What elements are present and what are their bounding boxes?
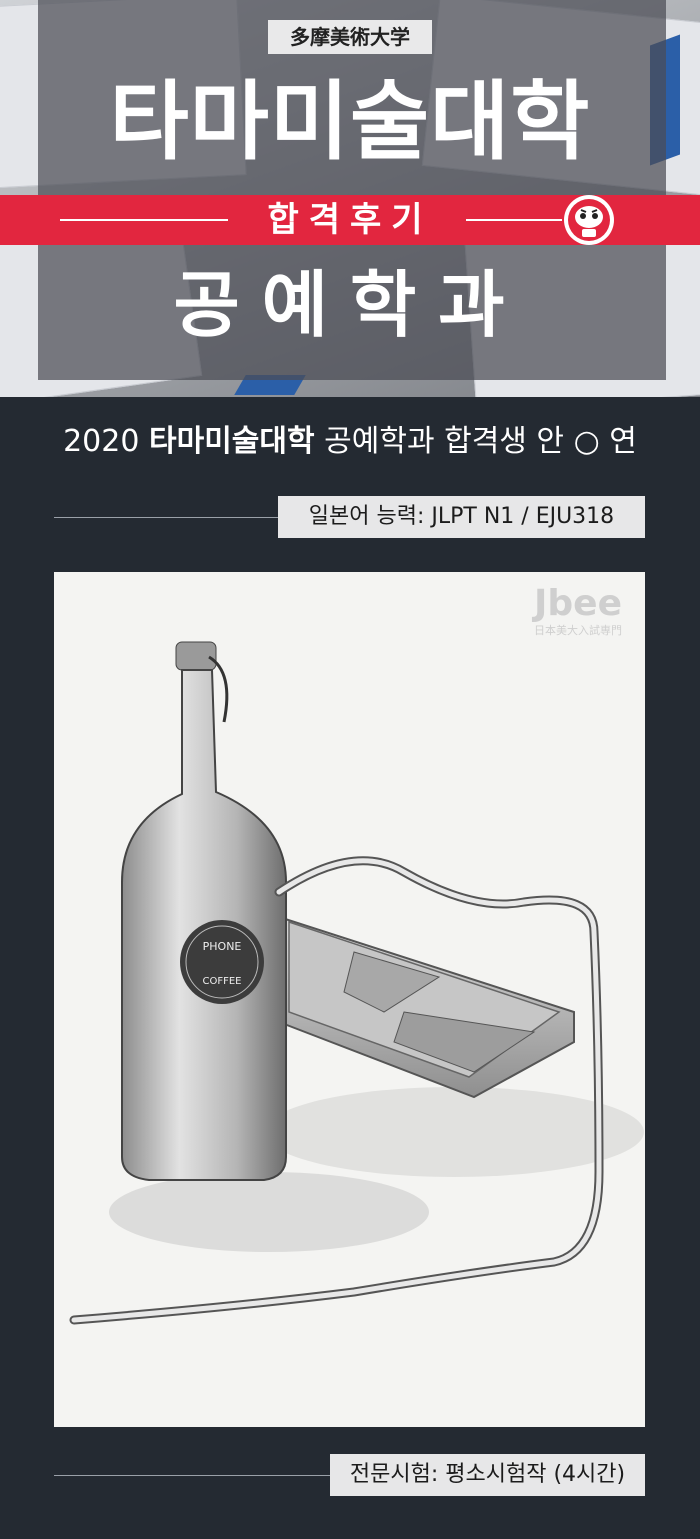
- pencil-still-life: PHONE COFFEE: [69, 641, 644, 1325]
- headline-year: 2020: [63, 424, 140, 459]
- exam-drawing: Jbee 日本美大入試専門 PHONE COFFEE: [54, 572, 645, 1427]
- bottle-label-bottom: COFFEE: [203, 976, 242, 987]
- headline-student: 공예학과 합격생 안 ○ 연: [324, 424, 637, 459]
- hero-banner: 多摩美術大学 타마미술대학 합격후기 공예학과: [0, 0, 700, 397]
- daruma-icon: [564, 195, 614, 245]
- language-ability-tag: 일본어 능력: JLPT N1 / EJU318: [278, 496, 645, 538]
- university-japanese-name: 多摩美術大学: [268, 20, 432, 54]
- logo-main-text: Jbee: [534, 583, 622, 624]
- jbee-logo: Jbee 日本美大入試専門: [523, 584, 633, 650]
- language-tag-line: [54, 517, 278, 518]
- glass-bottle: PHONE COFFEE: [121, 641, 287, 1181]
- student-headline: 2020 타마미술대학 공예학과 합격생 안 ○ 연: [0, 420, 700, 464]
- logo-sub-text: 日本美大入試専門: [534, 624, 622, 637]
- exam-info-tag: 전문시험: 평소시험작 (4시간): [330, 1454, 645, 1496]
- bottle-label-top: PHONE: [203, 940, 242, 953]
- metal-tray: [278, 915, 575, 1099]
- university-korean-name: 타마미술대학: [109, 72, 591, 172]
- department-title: 공예학과: [173, 263, 527, 347]
- exam-tag-line: [54, 1475, 330, 1476]
- headline-school: 타마미술대학: [149, 424, 315, 459]
